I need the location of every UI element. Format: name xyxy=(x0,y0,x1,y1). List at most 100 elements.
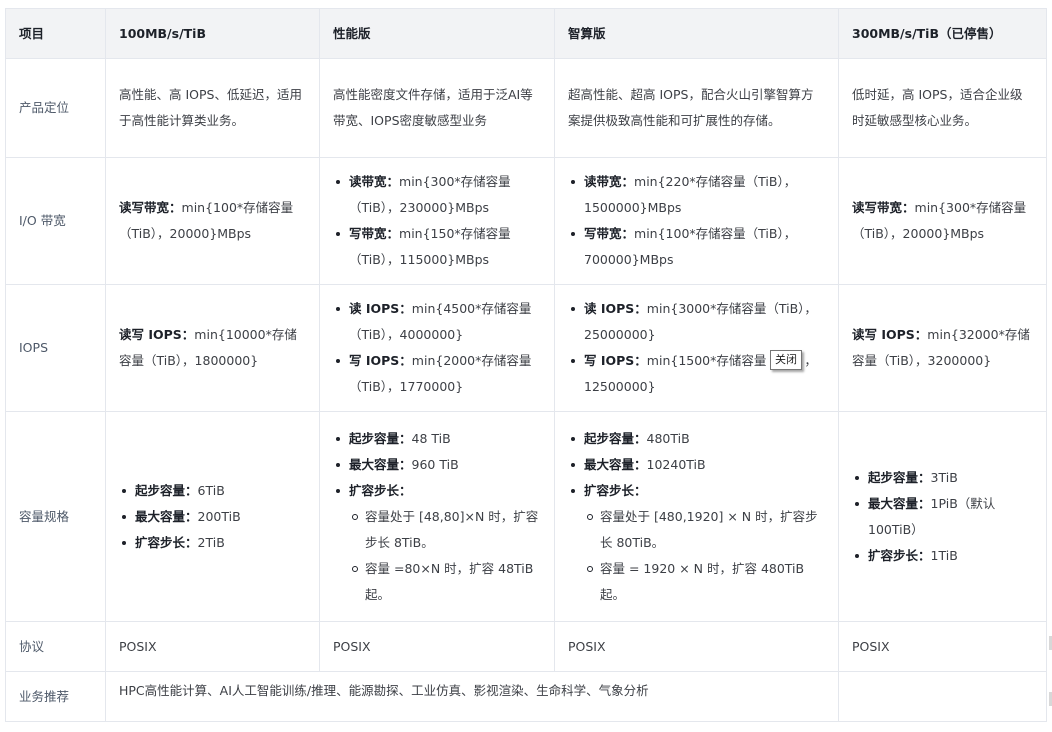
table-row-scenario: 业务推荐 HPC高性能计算、AI人工智能训练/推理、能源勘探、工业仿真、影视渲染… xyxy=(5,671,1047,722)
bullet-list: 起步容量：6TiB 最大容量：200TiB 扩容步长：2TiB xyxy=(119,478,306,556)
row-label: 协议 xyxy=(5,621,106,672)
spec-comparison-table: 项目 100MB/s/TiB 性能版 智算版 300MB/s/TiB（已停售） … xyxy=(5,8,1047,722)
cell-text xyxy=(838,671,1047,722)
cell: 读写带宽：min{100*存储容量（TiB），20000}MBps xyxy=(105,157,320,285)
header-performance: 性能版 xyxy=(319,8,555,59)
field-key: 读带宽： xyxy=(349,174,400,189)
header-100mbps: 100MB/s/TiB xyxy=(105,8,320,59)
bullet-list: 起步容量：48 TiB 最大容量：960 TiB 扩容步长： 容量处于 [48,… xyxy=(333,426,541,608)
cell-text: 高性能密度文件存储，适用于泛AI等带宽、IOPS密度敏感型业务 xyxy=(319,58,555,158)
cell: 起步容量：480TiB 最大容量：10240TiB 扩容步长： 容量处于 [48… xyxy=(554,411,839,622)
field-key: 读写 IOPS： xyxy=(852,327,928,342)
field-key: 起步容量： xyxy=(584,430,647,446)
field-key: 扩容步长： xyxy=(868,547,931,563)
sub-list-item: 容量处于 [480,1920] × N 时，扩容步长 80TiB。 xyxy=(587,504,825,556)
list-item: 写带宽：min{150*存储容量（TiB），115000}MBps xyxy=(336,221,541,273)
cell-text: POSIX xyxy=(319,621,555,672)
field-key: 读 IOPS： xyxy=(584,301,647,316)
field-key: 起步容量： xyxy=(135,482,198,498)
sub-list-item: 容量处于 [48,80]×N 时，扩容步长 8TiB。 xyxy=(352,504,541,556)
cell-text: POSIX xyxy=(554,621,839,672)
cell-text: 超高性能、超高 IOPS，配合火山引擎智算方案提供极致高性能和可扩展性的存储。 xyxy=(554,58,839,158)
sub-list: 容量处于 [480,1920] × N 时，扩容步长 80TiB。 容量 = 1… xyxy=(584,504,825,608)
field-value: 10240TiB xyxy=(646,456,706,472)
list-item: 最大容量：960 TiB xyxy=(336,452,541,478)
field-key: 读 IOPS： xyxy=(349,301,412,316)
list-item: 扩容步长：1TiB xyxy=(855,543,1033,569)
cell: 起步容量：3TiB 最大容量：1PiB（默认100TiB） 扩容步长：1TiB xyxy=(838,411,1047,622)
list-item: 读带宽：min{220*存储容量（TiB），1500000}MBps xyxy=(571,169,825,221)
field-value: 480TiB xyxy=(646,430,690,446)
field-key: 最大容量： xyxy=(349,456,412,472)
field-key: 读写带宽： xyxy=(119,200,182,215)
field-key: 起步容量： xyxy=(349,430,412,446)
sub-list-item: 容量 = 1920 × N 时，扩容 480TiB 起。 xyxy=(587,556,825,608)
list-item: 起步容量：48 TiB xyxy=(336,426,541,452)
list-item: 读 IOPS：min{4500*存储容量（TiB），4000000} xyxy=(336,296,541,348)
cell: 读写带宽：min{300*存储容量（TiB），20000}MBps xyxy=(838,157,1047,285)
list-item: 读带宽：min{300*存储容量（TiB），230000}MBps xyxy=(336,169,541,221)
field-key: 起步容量： xyxy=(868,469,931,485)
cell: 读带宽：min{220*存储容量（TiB），1500000}MBps 写带宽：m… xyxy=(554,157,839,285)
table-row-bandwidth: I/O 带宽 读写带宽：min{100*存储容量（TiB），20000}MBps… xyxy=(5,157,1047,285)
sub-list-item: 容量 =80×N 时，扩容 48TiB 起。 xyxy=(352,556,541,608)
list-item: 最大容量：10240TiB xyxy=(571,452,825,478)
header-item: 项目 xyxy=(5,8,106,59)
cell: 读写 IOPS：min{32000*存储容量（TiB），3200000} xyxy=(838,284,1047,412)
field-key: 最大容量： xyxy=(584,456,647,472)
row-label: I/O 带宽 xyxy=(5,157,106,285)
cell: 读 IOPS：min{3000*存储容量（TiB），25000000} 写 IO… xyxy=(554,284,839,412)
cell-text: POSIX xyxy=(838,621,1047,672)
list-item: 起步容量：6TiB xyxy=(122,478,306,504)
list-item: 起步容量：3TiB xyxy=(855,465,1033,491)
sub-list: 容量处于 [48,80]×N 时，扩容步长 8TiB。 容量 =80×N 时，扩… xyxy=(349,504,541,608)
cell-text: 高性能、高 IOPS、低延迟，适用于高性能计算类业务。 xyxy=(105,58,320,158)
row-label: 业务推荐 xyxy=(5,671,106,722)
cell-text-merged: HPC高性能计算、AI人工智能训练/推理、能源勘探、工业仿真、影视渲染、生命科学… xyxy=(105,671,839,722)
field-value: 200TiB xyxy=(197,508,241,524)
bullet-list: 起步容量：3TiB 最大容量：1PiB（默认100TiB） 扩容步长：1TiB xyxy=(852,465,1033,569)
table-row-capacity: 容量规格 起步容量：6TiB 最大容量：200TiB 扩容步长：2TiB 起步容… xyxy=(5,411,1047,622)
cell: 读 IOPS：min{4500*存储容量（TiB），4000000} 写 IOP… xyxy=(319,284,555,412)
list-item: 最大容量：1PiB（默认100TiB） xyxy=(855,491,1033,543)
list-item: 扩容步长： 容量处于 [48,80]×N 时，扩容步长 8TiB。 容量 =80… xyxy=(336,478,541,608)
list-item: 写带宽：min{100*存储容量（TiB），700000}MBps xyxy=(571,221,825,273)
field-key: 读带宽： xyxy=(584,174,635,189)
field-value: 2TiB xyxy=(197,534,225,550)
list-item: 写 IOPS：min{2000*存储容量（TiB），1770000} xyxy=(336,348,541,400)
cell-text: POSIX xyxy=(105,621,320,672)
bullet-list: 读带宽：min{300*存储容量（TiB），230000}MBps 写带宽：mi… xyxy=(333,169,541,273)
list-item: 最大容量：200TiB xyxy=(122,504,306,530)
field-key: 读写带宽： xyxy=(852,200,915,215)
table-row-protocol: 协议 POSIX POSIX POSIX POSIX xyxy=(5,621,1047,672)
table-row-positioning: 产品定位 高性能、高 IOPS、低延迟，适用于高性能计算类业务。 高性能密度文件… xyxy=(5,58,1047,158)
cell: 读带宽：min{300*存储容量（TiB），230000}MBps 写带宽：mi… xyxy=(319,157,555,285)
field-value: 1TiB xyxy=(930,547,958,563)
row-label: 容量规格 xyxy=(5,411,106,622)
field-key: 写 IOPS： xyxy=(584,353,647,368)
cell: 起步容量：6TiB 最大容量：200TiB 扩容步长：2TiB xyxy=(105,411,320,622)
field-value: 48 TiB xyxy=(411,430,451,446)
field-key: 读写 IOPS： xyxy=(119,327,195,342)
list-item: 读 IOPS：min{3000*存储容量（TiB），25000000} xyxy=(571,296,825,348)
close-tooltip[interactable]: 关闭 xyxy=(770,350,802,370)
bullet-list: 起步容量：480TiB 最大容量：10240TiB 扩容步长： 容量处于 [48… xyxy=(568,426,825,608)
cell: 读写 IOPS：min{10000*存储容量（TiB），1800000} xyxy=(105,284,320,412)
comparison-table-wrapper: 项目 100MB/s/TiB 性能版 智算版 300MB/s/TiB（已停售） … xyxy=(5,8,1047,722)
field-key: 写带宽： xyxy=(584,226,635,241)
field-key: 写 IOPS： xyxy=(349,353,412,368)
field-key: 最大容量： xyxy=(868,495,931,511)
field-key: 扩容步长： xyxy=(135,534,198,550)
bullet-list: 读 IOPS：min{4500*存储容量（TiB），4000000} 写 IOP… xyxy=(333,296,541,400)
bullet-list: 读 IOPS：min{3000*存储容量（TiB），25000000} 写 IO… xyxy=(568,296,825,400)
cell: 起步容量：48 TiB 最大容量：960 TiB 扩容步长： 容量处于 [48,… xyxy=(319,411,555,622)
table-header-row: 项目 100MB/s/TiB 性能版 智算版 300MB/s/TiB（已停售） xyxy=(5,8,1047,59)
list-item: 扩容步长： 容量处于 [480,1920] × N 时，扩容步长 80TiB。 … xyxy=(571,478,825,608)
field-value: 3TiB xyxy=(930,469,958,485)
bullet-list: 读带宽：min{220*存储容量（TiB），1500000}MBps 写带宽：m… xyxy=(568,169,825,273)
field-value: 6TiB xyxy=(197,482,225,498)
list-item: 起步容量：480TiB xyxy=(571,426,825,452)
row-label: IOPS xyxy=(5,284,106,412)
table-row-iops: IOPS 读写 IOPS：min{10000*存储容量（TiB），1800000… xyxy=(5,284,1047,412)
cell-text: 低时延，高 IOPS，适合企业级时延敏感型核心业务。 xyxy=(838,58,1047,158)
